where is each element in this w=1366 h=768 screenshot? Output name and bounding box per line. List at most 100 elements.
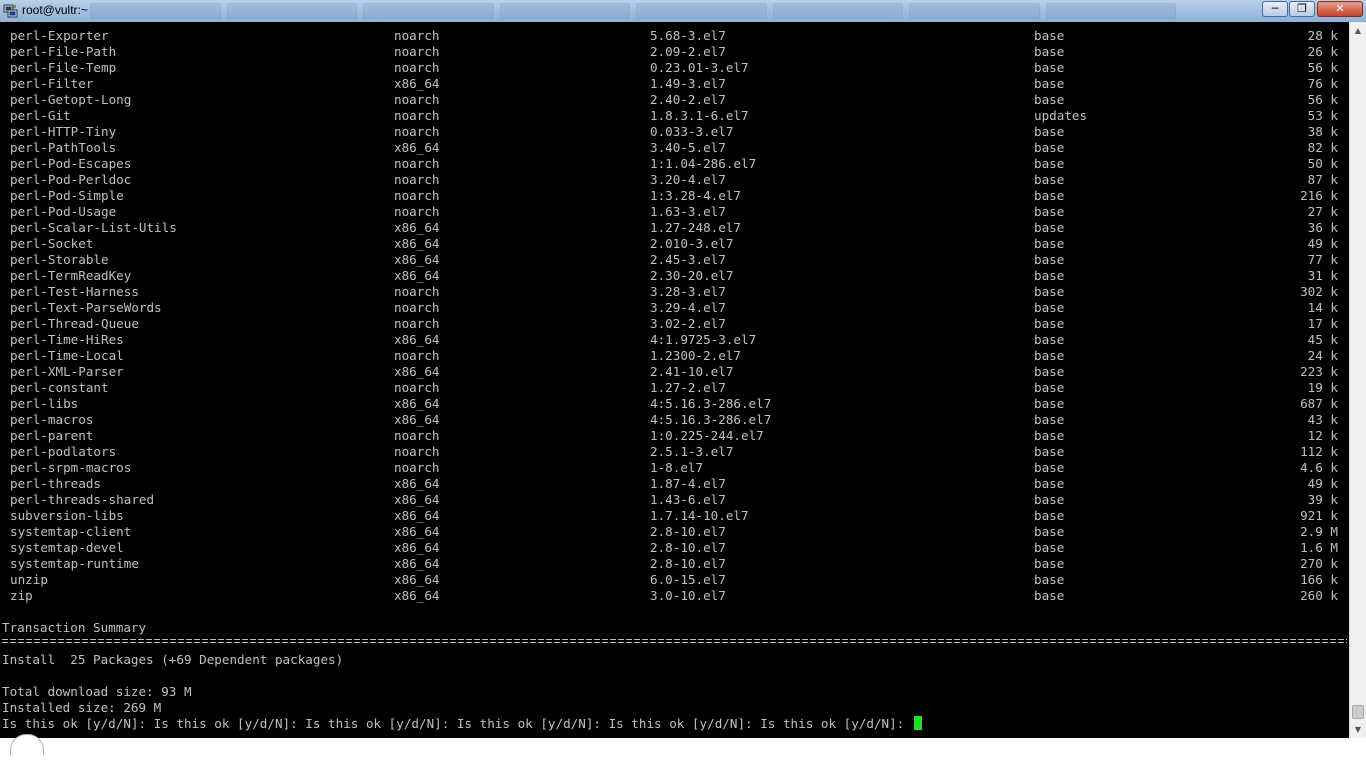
package-arch: noarch [394, 28, 440, 43]
window-titlebar[interactable]: root@vultr:~ ─ ❐ ✕ [0, 0, 1366, 23]
package-version: 1:3.28-4.el7 [650, 188, 741, 203]
package-arch: noarch [394, 380, 440, 395]
package-size: 166 k [1300, 572, 1338, 587]
minimize-button[interactable]: ─ [1262, 1, 1288, 17]
package-name: perl-Exporter [10, 28, 109, 43]
package-row: perl-constant noarch 1.27-2.el7 base 19 k [0, 380, 1349, 396]
package-version: 3.28-3.el7 [650, 284, 726, 299]
package-version: 3.0-10.el7 [650, 588, 726, 603]
package-version: 2.41-10.el7 [650, 364, 734, 379]
package-row: perl-HTTP-Tiny noarch 0.033-3.el7 base 38 k [0, 124, 1349, 140]
summary-heading: Transaction Summary [2, 620, 147, 635]
package-row: perl-Pod-Perldoc noarch 3.20-4.el7 base 87 k [0, 172, 1349, 188]
package-size: 1.6 M [1300, 540, 1338, 555]
package-row: perl-PathTools x86_64 3.40-5.el7 base 82 k [0, 140, 1349, 156]
package-name: systemtap-runtime [10, 556, 139, 571]
package-size: 223 k [1300, 364, 1338, 379]
package-repo: base [1034, 236, 1065, 251]
close-button[interactable]: ✕ [1317, 1, 1363, 17]
package-size: 38 k [1307, 124, 1338, 139]
minimize-icon: ─ [1271, 2, 1279, 15]
package-name: perl-XML-Parser [10, 364, 124, 379]
package-repo: updates [1034, 108, 1088, 123]
package-repo: base [1034, 204, 1065, 219]
package-version: 4:5.16.3-286.el7 [650, 396, 772, 411]
package-size: 45 k [1307, 332, 1338, 347]
confirm-prompt-line[interactable]: Is this ok [y/d/N]: Is this ok [y/d/N]: … [2, 716, 922, 732]
package-name: perl-Storable [10, 252, 109, 267]
package-repo: base [1034, 140, 1065, 155]
package-name: perl-libs [10, 396, 79, 411]
package-repo: base [1034, 300, 1065, 315]
package-arch: noarch [394, 204, 440, 219]
package-arch: x86_64 [394, 508, 440, 523]
package-arch: noarch [394, 108, 440, 123]
package-size: 216 k [1300, 188, 1338, 203]
package-version: 0.033-3.el7 [650, 124, 734, 139]
package-name: perl-File-Temp [10, 60, 117, 75]
package-row: perl-Filter x86_64 1.49-3.el7 base 76 k [0, 76, 1349, 92]
package-version: 3.20-4.el7 [650, 172, 726, 187]
package-repo: base [1034, 540, 1065, 555]
package-arch: x86_64 [394, 588, 440, 603]
package-version: 1.63-3.el7 [650, 204, 726, 219]
package-arch: noarch [394, 284, 440, 299]
package-repo: base [1034, 220, 1065, 235]
maximize-button[interactable]: ❐ [1289, 1, 1315, 17]
package-arch: noarch [394, 460, 440, 475]
scrollbar-thumb[interactable] [1352, 705, 1364, 719]
package-row: perl-Time-HiRes x86_64 4:1.9725-3.el7 base 4… [0, 332, 1349, 348]
package-name: perl-Time-HiRes [10, 332, 124, 347]
package-name: perl-Thread-Queue [10, 316, 139, 331]
package-repo: base [1034, 156, 1065, 171]
package-row: unzip x86_64 6.0-15.el7 base 166 k [0, 572, 1349, 588]
installed-size-line: Installed size: 269 M [2, 700, 162, 715]
package-name: perl-Time-Local [10, 348, 124, 363]
package-name: perl-threads [10, 476, 101, 491]
package-version: 2.40-2.el7 [650, 92, 726, 107]
package-size: 4.6 k [1300, 460, 1338, 475]
package-repo: base [1034, 444, 1065, 459]
package-name: perl-macros [10, 412, 94, 427]
package-name: perl-Filter [10, 76, 94, 91]
package-arch: x86_64 [394, 540, 440, 555]
package-version: 2.8-10.el7 [650, 524, 726, 539]
package-row: perl-Time-Local noarch 1.2300-2.el7 base 24 … [0, 348, 1349, 364]
package-name: perl-HTTP-Tiny [10, 124, 117, 139]
package-name: perl-File-Path [10, 44, 117, 59]
install-count-line: Install 25 Packages (+69 Dependent packa… [2, 652, 344, 667]
package-row: perl-Socket x86_64 2.010-3.el7 base 49 k [0, 236, 1349, 252]
package-repo: base [1034, 556, 1065, 571]
package-repo: base [1034, 124, 1065, 139]
scroll-down-icon[interactable]: ▼ [1350, 721, 1366, 738]
package-row: zip x86_64 3.0-10.el7 base 260 k [0, 588, 1349, 604]
confirm-prompt: Is this ok [y/d/N]: Is this ok [y/d/N]: … [2, 716, 912, 731]
package-arch: noarch [394, 188, 440, 203]
package-size: 87 k [1307, 172, 1338, 187]
vertical-scrollbar[interactable]: ▲ ▼ [1349, 22, 1366, 738]
package-version: 1.2300-2.el7 [650, 348, 741, 363]
package-name: perl-Text-ParseWords [10, 300, 162, 315]
package-version: 2.8-10.el7 [650, 556, 726, 571]
package-row: perl-Pod-Escapes noarch 1:1.04-286.el7 base… [0, 156, 1349, 172]
package-row: systemtap-devel x86_64 2.8-10.el7 base 1.6 M [0, 540, 1349, 556]
scroll-up-icon[interactable]: ▲ [1350, 22, 1366, 39]
package-size: 76 k [1307, 76, 1338, 91]
package-arch: x86_64 [394, 140, 440, 155]
package-arch: noarch [394, 60, 440, 75]
package-size: 36 k [1307, 220, 1338, 235]
package-name: perl-Socket [10, 236, 94, 251]
package-size: 39 k [1307, 492, 1338, 507]
package-size: 12 k [1307, 428, 1338, 443]
maximize-icon: ❐ [1297, 2, 1307, 15]
package-version: 2.09-2.el7 [650, 44, 726, 59]
package-name: perl-TermReadKey [10, 268, 132, 283]
package-size: 24 k [1307, 348, 1338, 363]
package-name: perl-parent [10, 428, 94, 443]
package-version: 2.8-10.el7 [650, 540, 726, 555]
package-version: 2.010-3.el7 [650, 236, 734, 251]
terminal-screen[interactable]: perl-Exporter noarch 5.68-3.el7 base 28 k per… [0, 22, 1349, 738]
package-row: subversion-libs x86_64 1.7.14-10.el7 base 92… [0, 508, 1349, 524]
package-repo: base [1034, 492, 1065, 507]
package-arch: x86_64 [394, 556, 440, 571]
